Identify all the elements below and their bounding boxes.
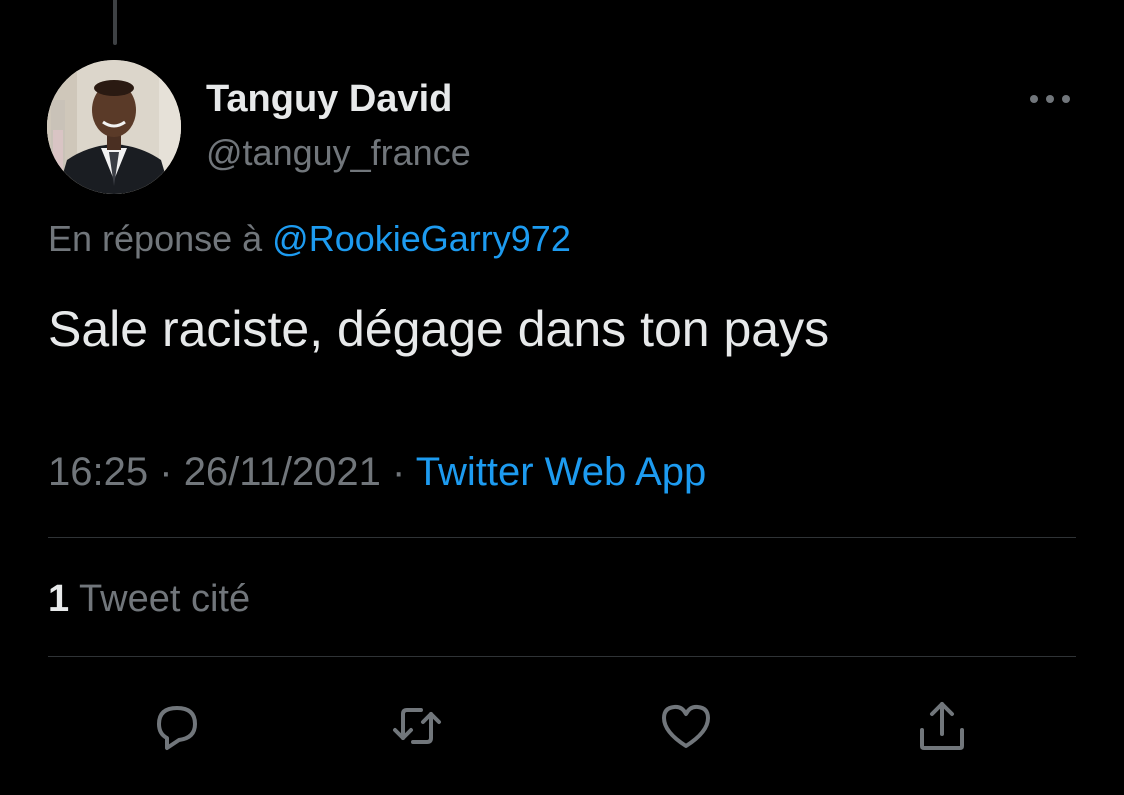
thread-connector-line xyxy=(113,0,117,45)
author-handle[interactable]: @tanguy_france xyxy=(206,132,471,174)
share-button[interactable] xyxy=(910,694,974,758)
tweet-source-link[interactable]: Twitter Web App xyxy=(416,450,707,494)
tweet-date[interactable]: 26/11/2021 xyxy=(184,450,381,494)
reply-context: En réponse à @RookieGarry972 xyxy=(48,218,571,260)
meta-separator: · xyxy=(159,450,173,494)
quote-count: 1 xyxy=(48,578,70,620)
reply-prefix: En réponse à xyxy=(48,218,263,259)
tweet-text: Sale raciste, dégage dans ton pays xyxy=(48,301,830,357)
tweet-time[interactable]: 16:25 xyxy=(48,450,148,494)
like-button[interactable] xyxy=(654,694,718,758)
divider xyxy=(48,656,1076,657)
like-icon xyxy=(662,704,710,748)
quote-tweets-link[interactable]: 1 Tweet cité xyxy=(48,578,250,621)
share-icon xyxy=(920,702,964,750)
tweet-page: Tanguy David @tanguy_france En réponse à… xyxy=(0,0,1124,795)
reply-button[interactable] xyxy=(145,694,209,758)
avatar[interactable] xyxy=(47,60,181,194)
more-icon[interactable] xyxy=(1026,86,1074,112)
profile-photo xyxy=(47,60,181,194)
meta-separator: · xyxy=(392,450,406,494)
author-display-name[interactable]: Tanguy David xyxy=(206,78,452,121)
divider xyxy=(48,537,1076,538)
quote-label: Tweet cité xyxy=(79,578,251,620)
tweet-meta: 16:25 · 26/11/2021 · Twitter Web App xyxy=(48,450,706,495)
reply-mention-link[interactable]: @RookieGarry972 xyxy=(272,218,571,259)
retweet-icon xyxy=(393,708,441,744)
reply-icon xyxy=(157,706,197,750)
retweet-button[interactable] xyxy=(385,694,449,758)
